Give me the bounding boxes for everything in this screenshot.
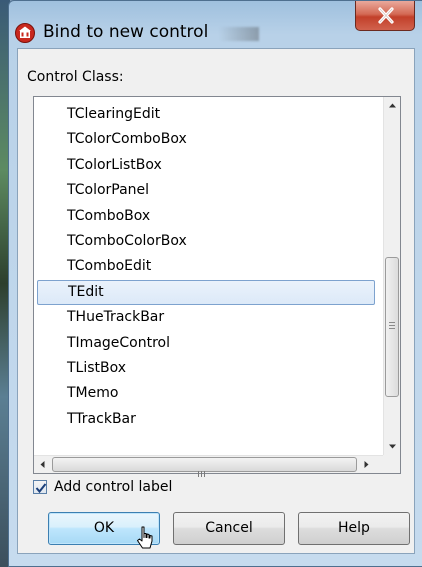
list-item[interactable]: TColorPanel: [37, 178, 375, 203]
control-class-listbox[interactable]: TClearingEdit TColorComboBox TColorListB…: [33, 96, 401, 477]
scroll-down-button[interactable]: [384, 438, 401, 455]
scroll-up-button[interactable]: [384, 97, 401, 114]
add-label-checkbox[interactable]: [33, 480, 47, 494]
list-item[interactable]: THueTrackBar: [37, 305, 375, 330]
list-item[interactable]: TListBox: [37, 356, 375, 381]
control-class-label: Control Class:: [27, 69, 124, 85]
list-item[interactable]: TColorListBox: [37, 153, 375, 178]
list-item[interactable]: TMemo: [37, 381, 375, 406]
horizontal-scrollbar[interactable]: [34, 455, 400, 477]
list-item[interactable]: TColorComboBox: [37, 127, 375, 152]
triangle-left-icon: [40, 461, 45, 468]
control-class-list: TClearingEdit TColorComboBox TColorListB…: [34, 97, 378, 455]
list-item[interactable]: TClearingEdit: [37, 102, 375, 127]
dialog-window: Bind to new control Control Class: TClea…: [8, 0, 422, 567]
list-item[interactable]: TImageControl: [37, 331, 375, 356]
vertical-scrollbar[interactable]: [383, 97, 400, 455]
list-item[interactable]: TComboBox: [37, 204, 375, 229]
triangle-right-icon: [364, 461, 369, 468]
scroll-right-button[interactable]: [358, 456, 375, 473]
add-label-text[interactable]: Add control label: [54, 479, 172, 495]
vertical-scroll-thumb[interactable]: [385, 257, 399, 397]
title-glare: [219, 27, 259, 41]
cancel-button[interactable]: Cancel: [173, 512, 285, 545]
scroll-grip: [198, 462, 207, 481]
scroll-left-button[interactable]: [34, 456, 51, 473]
dialog-client-area: Control Class: TClearingEdit TColorCombo…: [17, 48, 415, 554]
scroll-grip: [389, 322, 395, 331]
close-icon: [378, 7, 394, 24]
checkmark-icon: [35, 483, 47, 494]
triangle-up-icon: [389, 103, 396, 108]
list-item[interactable]: TComboEdit: [37, 254, 375, 279]
list-item-selected[interactable]: TEdit: [37, 279, 375, 306]
title-bar[interactable]: Bind to new control: [9, 1, 422, 47]
app-icon: [15, 23, 35, 43]
scrollbar-corner: [383, 455, 400, 473]
close-button[interactable]: [355, 1, 415, 31]
list-item[interactable]: TTrackBar: [37, 407, 375, 432]
horizontal-scroll-thumb[interactable]: [52, 457, 357, 477]
window-title: Bind to new control: [43, 22, 209, 42]
list-item[interactable]: TComboColorBox: [37, 229, 375, 254]
triangle-down-icon: [389, 444, 396, 449]
mouse-pointer-icon: [135, 526, 157, 556]
help-button[interactable]: Help: [298, 512, 410, 545]
